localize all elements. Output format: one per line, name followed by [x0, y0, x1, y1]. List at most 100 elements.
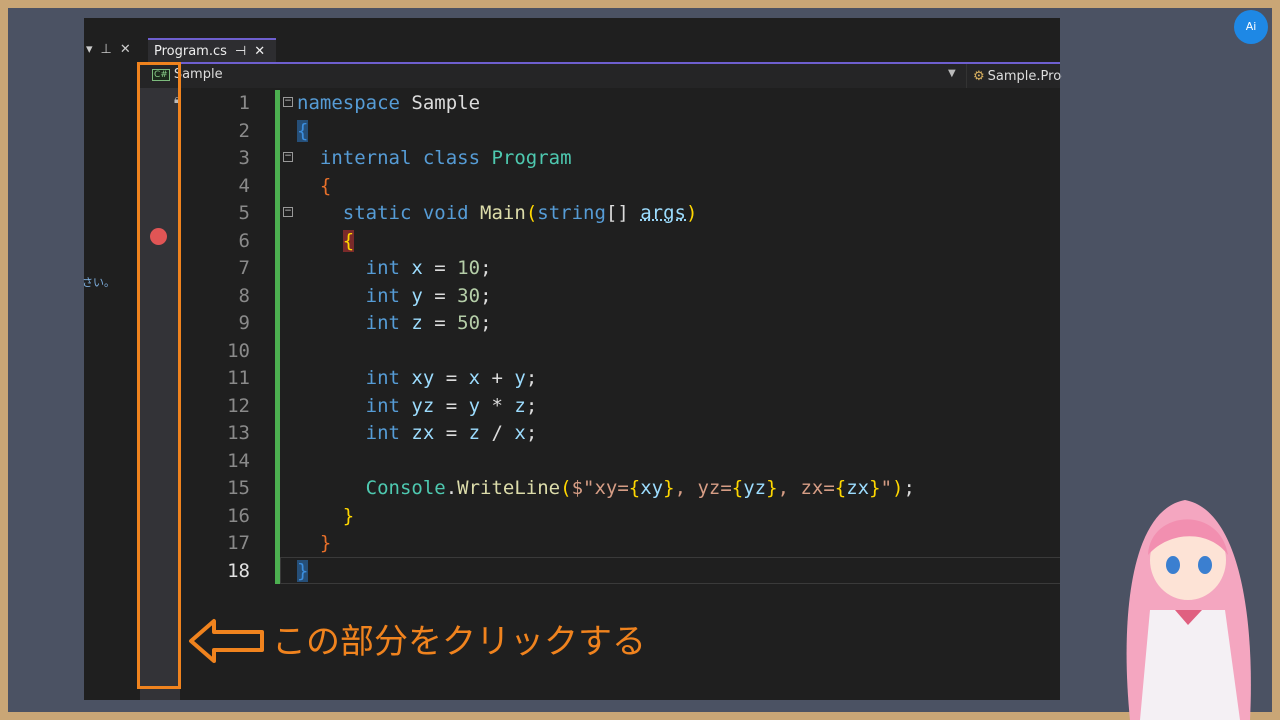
code-token: args [640, 202, 686, 224]
code-token: } [297, 559, 309, 582]
code-line[interactable]: 6 { [84, 228, 1060, 255]
code-token: WriteLine [457, 477, 561, 499]
code-token: namespace [297, 92, 412, 114]
line-number: 4 [238, 174, 250, 197]
code-line[interactable]: 3 − internal class Program [84, 145, 1060, 172]
code-line[interactable]: 17 } [84, 530, 1060, 557]
code-token: Console [297, 477, 446, 499]
code-token: yz [411, 394, 435, 417]
code-line[interactable]: 1 − namespace Sample [84, 90, 1060, 117]
code-line[interactable]: 18} [84, 558, 1060, 585]
class-dropdown[interactable]: ⚙Sample.Program [966, 64, 1062, 88]
line-number: 9 [238, 312, 250, 334]
visual-studio-editor: ▾ ⊥ ✕ さい。 Program.cs ⊣ ✕ C# Sample ▼ ⚙ Sampl… [82, 18, 1062, 700]
pin-icon[interactable]: ⊥ [101, 42, 112, 57]
class-name: Sample.Program [987, 68, 1062, 84]
code-line[interactable]: 8 int y = 30; [84, 283, 1060, 310]
line-number: 5 [238, 202, 250, 224]
channel-logo: Ai [1234, 10, 1268, 44]
code-text: int y = 30; [297, 283, 492, 310]
code-token: int [297, 284, 412, 307]
code-token: { [342, 229, 355, 252]
code-token: = [422, 312, 458, 334]
code-line[interactable]: 16 } [84, 503, 1060, 530]
code-text: internal class Program [297, 145, 572, 172]
code-token: . [445, 477, 458, 499]
code-text: int xy = x + y; [297, 365, 538, 392]
code-token: { [297, 119, 309, 142]
code-text: int yz = y * z; [297, 393, 538, 420]
code-token: Main [480, 202, 526, 224]
line-number: 3 [238, 147, 250, 169]
fold-toggle-icon[interactable]: − [283, 97, 293, 107]
code-token: ; [525, 394, 538, 417]
code-token: = [434, 367, 469, 389]
chevron-down-icon[interactable]: ▼ [948, 68, 956, 79]
code-token: x [514, 422, 526, 444]
code-token: } [663, 477, 675, 499]
code-line[interactable]: 13 int zx = z / x; [84, 420, 1060, 447]
code-line[interactable]: 12 int yz = y * z; [84, 393, 1060, 420]
code-token: int [297, 257, 412, 279]
code-token: = [434, 422, 469, 444]
code-token: yz [743, 477, 767, 499]
code-token: / [480, 422, 515, 444]
code-token: = [434, 394, 469, 417]
code-token: y [468, 394, 481, 417]
tab-label: Program.cs [154, 43, 227, 59]
code-token: Sample [411, 92, 481, 114]
code-line[interactable]: 10 [84, 338, 1060, 365]
code-token: ; [480, 257, 492, 279]
dropdown-icon[interactable]: ▾ [86, 42, 93, 57]
highlight-box [137, 62, 181, 689]
code-token: [] [605, 202, 641, 224]
code-line[interactable]: 7 int x = 10; [84, 255, 1060, 282]
close-icon[interactable]: ✕ [254, 44, 265, 59]
code-text: int x = 10; [297, 255, 492, 282]
code-token: ; [903, 477, 915, 499]
line-number: 7 [238, 257, 250, 279]
code-text: { [297, 118, 309, 145]
code-line[interactable]: 9 int z = 50; [84, 310, 1060, 337]
code-text: static void Main(string[] args) [297, 200, 698, 227]
code-text: int z = 50; [297, 310, 492, 337]
line-number: 10 [227, 339, 250, 362]
line-number: 13 [227, 422, 250, 444]
code-token: zx [846, 477, 870, 499]
fold-toggle-icon[interactable]: − [283, 207, 293, 217]
tab-program-cs[interactable]: Program.cs ⊣ ✕ [148, 38, 276, 62]
code-token: ; [480, 312, 492, 334]
arrow-left-icon [189, 619, 264, 663]
code-token: } [869, 477, 881, 499]
code-token: ; [525, 367, 538, 389]
code-token: } [766, 477, 778, 499]
code-token: 10 [457, 257, 481, 279]
code-line[interactable]: 2{ [84, 118, 1060, 145]
code-token: } [297, 504, 355, 527]
code-line[interactable]: 5 − static void Main(string[] args) [84, 200, 1060, 227]
code-token: y [411, 284, 423, 307]
code-token: z [411, 312, 423, 334]
code-line[interactable]: 4 { [84, 173, 1060, 200]
code-token: zx [411, 422, 435, 444]
code-token: ) [686, 202, 698, 224]
tab-strip: Program.cs ⊣ ✕ [144, 18, 1060, 64]
code-token: x [468, 367, 481, 389]
code-token: * [480, 394, 515, 417]
line-number: 6 [238, 229, 250, 252]
close-icon[interactable]: ✕ [120, 42, 131, 57]
project-name: Sample [173, 67, 223, 82]
code-line[interactable]: 15 Console.WriteLine($"xy={xy}, yz={yz},… [84, 475, 1060, 502]
code-token: { [628, 477, 641, 499]
code-token: int [297, 394, 412, 417]
code-token: int [297, 312, 412, 334]
code-line[interactable]: 14 [84, 448, 1060, 475]
code-text: { [297, 228, 355, 255]
line-number: 15 [227, 477, 250, 499]
pin-icon[interactable]: ⊣ [235, 44, 246, 59]
fold-toggle-icon[interactable]: − [283, 152, 293, 162]
code-token: Program [491, 147, 572, 169]
code-line[interactable]: 11 int xy = x + y; [84, 365, 1060, 392]
code-text: } [297, 558, 309, 585]
code-text: } [297, 503, 354, 530]
